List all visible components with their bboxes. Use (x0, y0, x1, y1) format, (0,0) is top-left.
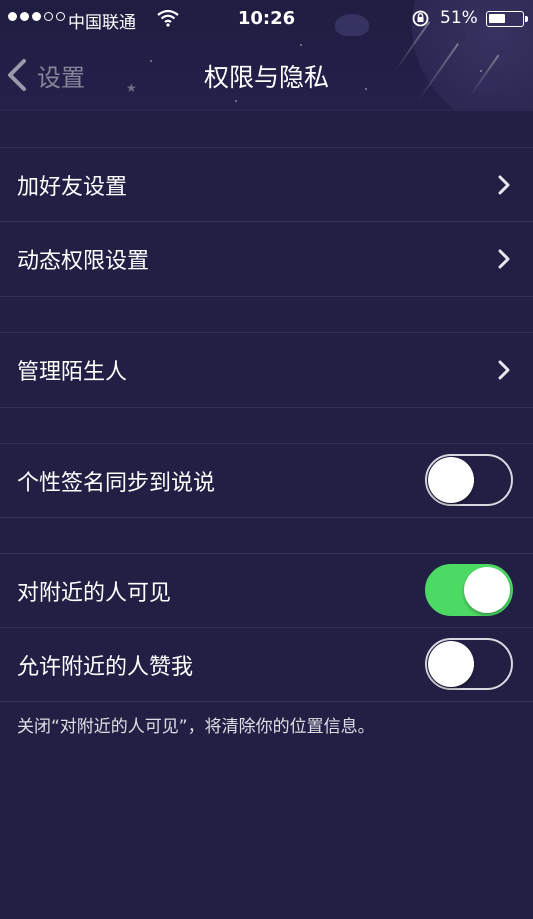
signature-sync-item: 个性签名同步到说说 (0, 444, 533, 518)
chevron-right-icon (498, 360, 510, 380)
allow-nearby-likes-item: 允许附近的人赞我 (0, 628, 533, 702)
cell-label: 允许附近的人赞我 (17, 655, 194, 680)
chevron-right-icon (498, 249, 510, 269)
page-title: 权限与隐私 (203, 63, 329, 92)
rotation-lock-icon (412, 10, 429, 27)
manage-strangers-item[interactable]: 管理陌生人 (0, 333, 533, 407)
chevron-right-icon (498, 175, 510, 195)
cell-label: 个性签名同步到说说 (17, 471, 216, 496)
cell-label: 对附近的人可见 (17, 581, 172, 606)
divider (0, 407, 533, 408)
cell-label: 动态权限设置 (17, 249, 150, 274)
battery-icon (486, 11, 528, 27)
divider (0, 296, 533, 297)
divider (0, 517, 533, 518)
battery-percentage: 51% (440, 8, 478, 28)
add-friend-settings-item[interactable]: 加好友设置 (0, 148, 533, 222)
divider (0, 701, 533, 702)
nav-divider (0, 110, 533, 111)
cell-label: 加好友设置 (17, 175, 128, 200)
navigation-bar: 设置 权限与隐私 (0, 40, 533, 110)
location-footnote: 关闭“对附近的人可见”，将清除你的位置信息。 (17, 717, 375, 737)
cell-label: 管理陌生人 (17, 360, 128, 385)
feed-permission-settings-item[interactable]: 动态权限设置 (0, 222, 533, 296)
allow-nearby-likes-toggle[interactable] (425, 638, 513, 690)
signature-sync-toggle[interactable] (425, 454, 513, 506)
visible-to-nearby-item: 对附近的人可见 (0, 554, 533, 628)
status-bar: 中国联通 10:26 51% (0, 0, 533, 40)
visible-to-nearby-toggle[interactable] (425, 564, 513, 616)
